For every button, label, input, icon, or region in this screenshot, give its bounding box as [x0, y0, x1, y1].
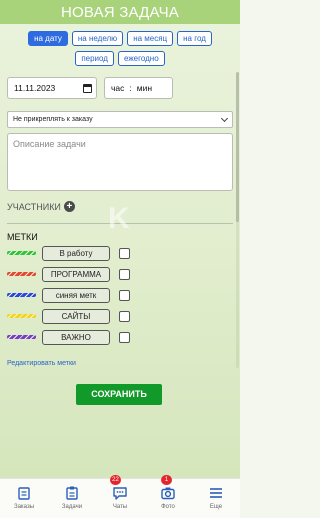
- screen: НОВАЯ ЗАДАЧА на дату на неделю на месяц …: [0, 0, 240, 478]
- tag-button-program[interactable]: ПРОГРАММА: [42, 266, 110, 282]
- description-textarea[interactable]: Описание задачи: [7, 133, 233, 191]
- page-title: НОВАЯ ЗАДАЧА: [61, 3, 179, 21]
- minute-placeholder: мин: [136, 83, 153, 93]
- time-separator: :: [129, 83, 132, 93]
- header: НОВАЯ ЗАДАЧА: [0, 0, 240, 24]
- calendar-icon[interactable]: [83, 83, 92, 93]
- tag-button-in-work[interactable]: В работу: [42, 245, 110, 261]
- tag-checkbox[interactable]: [119, 310, 130, 322]
- nav-item-tasks[interactable]: 22 Задачи: [48, 475, 121, 518]
- tag-button-important[interactable]: ВАЖНО: [42, 329, 110, 345]
- tag-list: В работу ПРОГРАММА синяя метк САЙТЫ ВАЖН…: [0, 245, 240, 345]
- date-value: 11.11.2023: [14, 83, 56, 93]
- tag-checkbox[interactable]: [119, 331, 130, 343]
- period-button-range[interactable]: период: [75, 51, 114, 66]
- period-button-date[interactable]: на дату: [28, 31, 68, 46]
- nav-label: Фото: [161, 504, 175, 510]
- tag-row: САЙТЫ: [0, 308, 240, 324]
- save-button[interactable]: СОХРАНИТЬ: [76, 384, 162, 405]
- nav-item-orders[interactable]: Заказы: [0, 479, 48, 518]
- period-button-week[interactable]: на неделю: [71, 31, 124, 46]
- scrollbar-thumb[interactable]: [236, 72, 239, 222]
- datetime-row: 11.11.2023 час : мин: [0, 77, 240, 99]
- tag-checkbox[interactable]: [119, 289, 130, 301]
- tag-row: В работу: [0, 245, 240, 261]
- tag-button-sites[interactable]: САЙТЫ: [42, 308, 110, 324]
- period-button-yearly[interactable]: ежегодно: [117, 51, 165, 66]
- tag-row: ВАЖНО: [0, 329, 240, 345]
- tag-color-swatch: [7, 335, 36, 339]
- order-select[interactable]: Не прикреплять к заказу: [7, 111, 233, 128]
- edit-tags-link[interactable]: Редактировать метки: [7, 360, 240, 367]
- nav-label: Чаты: [112, 504, 128, 510]
- tag-color-swatch: [7, 251, 36, 255]
- tag-button-blue[interactable]: синяя метк: [42, 287, 110, 303]
- tag-row: ПРОГРАММА: [0, 266, 240, 282]
- tag-checkbox[interactable]: [119, 247, 130, 259]
- tasks-icon: [66, 486, 78, 500]
- period-button-year[interactable]: на год: [177, 31, 212, 46]
- period-selector: на дату на неделю на месяц на год период…: [0, 24, 240, 66]
- tag-color-swatch: [7, 314, 36, 318]
- date-input[interactable]: 11.11.2023: [7, 77, 97, 99]
- tag-checkbox[interactable]: [119, 268, 130, 280]
- plus-circle-icon[interactable]: +: [63, 201, 75, 212]
- tag-color-swatch: [7, 272, 36, 276]
- nav-item-chats[interactable]: 1 Чаты: [96, 475, 172, 518]
- time-input[interactable]: час : мин: [104, 77, 173, 99]
- participants-label: УЧАСТНИКИ: [7, 201, 61, 212]
- nav-item-more[interactable]: Еще: [192, 479, 240, 518]
- orders-icon: [18, 487, 30, 500]
- nav-label: Задачи: [61, 504, 83, 510]
- tag-row: синяя метк: [0, 287, 240, 303]
- watermark: K: [108, 202, 130, 235]
- period-button-month[interactable]: на месяц: [127, 31, 174, 46]
- camera-icon: [161, 487, 175, 500]
- nav-label: Еще: [209, 504, 223, 510]
- menu-icon: [210, 488, 222, 498]
- hour-placeholder: час: [111, 83, 125, 93]
- bottom-nav: Заказы 22 Задачи 1 Чаты Фото Еще: [0, 475, 240, 518]
- description-placeholder: Описание задачи: [13, 139, 86, 149]
- order-select-value: Не прикреплять к заказу: [13, 116, 93, 123]
- chat-icon: [113, 487, 127, 500]
- nav-label: Заказы: [13, 504, 35, 510]
- tag-color-swatch: [7, 293, 36, 297]
- nav-item-photo[interactable]: Фото: [144, 479, 192, 518]
- chevron-down-icon: [220, 114, 229, 122]
